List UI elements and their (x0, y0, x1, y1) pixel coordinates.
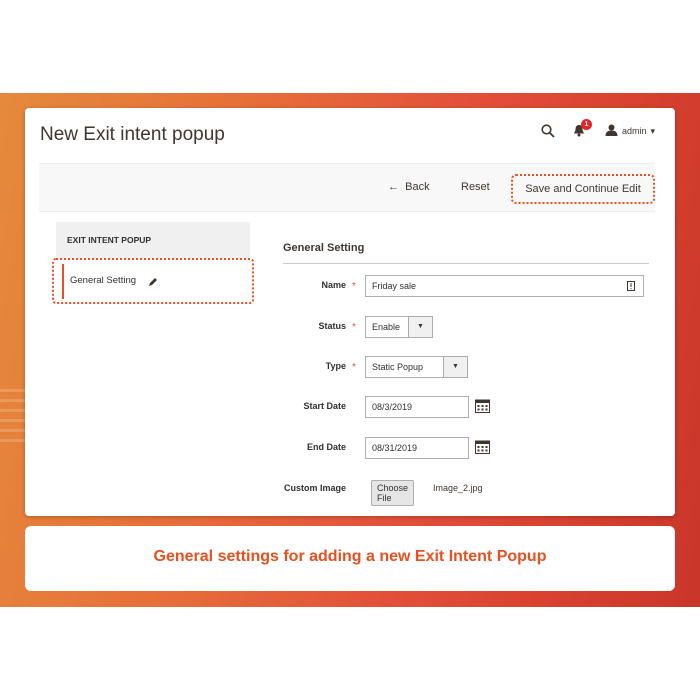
active-indicator (62, 264, 64, 299)
page-title: New Exit intent popup (40, 124, 225, 145)
chevron-down-icon: ▾ (650, 125, 655, 136)
status-label: Status (318, 321, 346, 331)
notifications-bell-icon[interactable]: 1 (573, 119, 592, 138)
required-marker: * (352, 322, 356, 333)
choose-file-button[interactable]: Choose File (371, 480, 415, 506)
name-input[interactable]: Friday sale (365, 275, 644, 297)
type-label: Type (325, 361, 346, 371)
end-date-label: End Date (306, 442, 346, 452)
user-icon (605, 124, 618, 138)
save-and-continue-button[interactable]: Save and Continue Edit (511, 174, 655, 204)
header-actions: 1 admin ▾ (541, 119, 655, 138)
required-marker: * (352, 281, 356, 292)
chevron-down-icon: ▼ (408, 317, 432, 337)
text-field-icon (627, 281, 635, 293)
back-button[interactable]: ← Back (388, 181, 430, 193)
arrow-left-icon: ← (388, 181, 406, 193)
section-title: General Setting (283, 242, 649, 264)
caption-box: General settings for adding a new Exit I… (25, 526, 675, 591)
back-button-label: Back (405, 181, 430, 193)
required-marker: * (352, 362, 356, 373)
status-select[interactable]: Enable ▼ (365, 316, 433, 338)
sidebar-item-general-setting[interactable]: General Setting (52, 258, 254, 304)
reset-button[interactable]: Reset (461, 181, 490, 193)
user-name: admin (621, 126, 647, 136)
selected-file-name: Image_2.jpg (433, 483, 483, 493)
user-menu[interactable]: admin ▾ (605, 124, 655, 138)
status-select-value: Enable (372, 322, 401, 332)
pencil-icon (148, 274, 158, 292)
sidebar-heading: EXIT INTENT POPUP (56, 222, 250, 259)
name-label: Name (321, 280, 346, 290)
sidebar-item-label: General Setting (70, 275, 137, 286)
calendar-icon[interactable] (475, 439, 490, 459)
type-select[interactable]: Static Popup ▼ (365, 356, 468, 378)
type-select-value: Static Popup (372, 362, 424, 372)
calendar-icon[interactable] (475, 398, 490, 418)
page-actions-toolbar: ← Back Reset Save and Continue Edit (39, 163, 655, 212)
admin-panel: New Exit intent popup 1 admin ▾ ← Back R… (25, 108, 675, 516)
start-date-input[interactable]: 08/3/2019 (365, 396, 469, 418)
name-input-value: Friday sale (372, 281, 417, 291)
chevron-down-icon: ▼ (443, 357, 467, 377)
notification-count-badge: 1 (580, 119, 592, 130)
end-date-input[interactable]: 08/31/2019 (365, 437, 469, 459)
custom-image-label: Custom Image (283, 483, 346, 493)
caption-text: General settings for adding a new Exit I… (153, 548, 547, 565)
search-icon[interactable] (541, 124, 555, 138)
start-date-label: Start Date (303, 401, 346, 411)
